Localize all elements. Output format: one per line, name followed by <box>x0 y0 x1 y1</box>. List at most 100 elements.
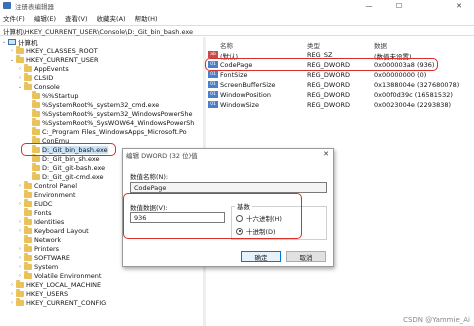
tree-item-control-panel[interactable]: › Control Panel <box>17 181 77 190</box>
tree-item-eudc[interactable]: › EUDC <box>17 199 52 208</box>
chevron-right-icon[interactable]: › <box>17 262 23 271</box>
menu-edit[interactable]: 编辑(E) <box>34 13 56 23</box>
folder-icon <box>16 298 24 306</box>
column-header-name[interactable]: 名称 <box>220 40 233 50</box>
tree-item-label: System <box>34 262 59 271</box>
chevron-right-icon[interactable]: › <box>17 244 23 253</box>
value-data: 0x0023004e (2293838) <box>374 101 452 109</box>
tree-item-environment[interactable]: Environment <box>17 190 76 199</box>
tree-item-computer[interactable]: ⌄ 计算机 <box>1 37 38 47</box>
tree-item-console[interactable]: ⌄ Console <box>17 82 60 91</box>
tree-item-printers[interactable]: › Printers <box>17 244 59 253</box>
tree-item-powershell-wow64[interactable]: %SystemRoot%_SysWOW64_WindowsPowerSh <box>25 118 194 127</box>
computer-icon <box>8 38 16 45</box>
tree-item-hkey-current-config[interactable]: › HKEY_CURRENT_CONFIG <box>9 298 106 307</box>
tree-item-software[interactable]: › SOFTWARE <box>17 253 70 262</box>
menu-favorites[interactable]: 收藏夹(A) <box>97 13 126 23</box>
folder-icon <box>24 262 32 270</box>
dialog-title: 编辑 DWORD (32 位)值 <box>126 152 198 160</box>
column-header-data[interactable]: 数据 <box>374 40 387 50</box>
value-row[interactable]: 01 ScreenBufferSize REG_DWORD 0x1388004e… <box>206 81 474 90</box>
tree-item-label: %SystemRoot%_SysWOW64_WindowsPowerSh <box>42 118 195 127</box>
tree-item-hkey-current-user[interactable]: ⌄ HKEY_CURRENT_USER <box>9 55 99 64</box>
tree-item-label: Fonts <box>34 208 52 217</box>
tree-item-keyboard-layout[interactable]: › Keyboard Layout <box>17 226 89 235</box>
chevron-right-icon[interactable]: › <box>17 199 23 208</box>
chevron-right-icon[interactable]: › <box>9 289 15 298</box>
menu-view[interactable]: 查看(V) <box>65 13 88 23</box>
chevron-right-icon[interactable]: › <box>17 73 23 82</box>
chevron-right-icon[interactable]: › <box>17 181 23 190</box>
dword-value-icon: 01 <box>208 81 218 88</box>
folder-icon <box>24 217 32 225</box>
folder-icon <box>32 118 40 126</box>
value-type: REG_DWORD <box>307 101 350 109</box>
column-header-type[interactable]: 类型 <box>307 40 320 50</box>
address-bar[interactable]: 计算机\HKEY_CURRENT_USER\Console\D:_Git_bin… <box>0 25 474 36</box>
chevron-right-icon[interactable]: › <box>17 253 23 262</box>
maximize-button[interactable]: ☐ <box>384 0 414 11</box>
tree-item-hkey-classes-root[interactable]: › HKEY_CLASSES_ROOT <box>9 46 98 55</box>
menu-file[interactable]: 文件(F) <box>3 13 25 23</box>
folder-icon <box>32 91 40 99</box>
tree-item-label: Environment <box>34 190 76 199</box>
folder-icon <box>24 181 32 189</box>
tree-item-label: Network <box>34 235 62 244</box>
tree-item-volatile-environment[interactable]: › Volatile Environment <box>17 271 101 280</box>
close-button[interactable]: ✕ <box>444 0 474 11</box>
ok-button[interactable]: 确定 <box>241 251 281 262</box>
folder-icon <box>16 55 24 63</box>
chevron-right-icon[interactable]: › <box>17 271 23 280</box>
value-name: WindowSize <box>220 101 259 109</box>
menu-bar: 文件(F) 编辑(E) 查看(V) 收藏夹(A) 帮助(H) <box>0 13 474 23</box>
folder-icon <box>32 127 40 135</box>
menu-help[interactable]: 帮助(H) <box>135 13 158 23</box>
dword-value-icon: 01 <box>208 71 218 78</box>
folder-icon <box>32 109 40 117</box>
tree-item-fonts[interactable]: Fonts <box>17 208 52 217</box>
tree-item-clsid[interactable]: › CLSID <box>17 73 53 82</box>
tree-item-appevents[interactable]: › AppEvents <box>17 64 69 73</box>
chevron-right-icon[interactable]: › <box>9 46 15 55</box>
folder-icon <box>24 208 32 216</box>
tree-item-label: Console <box>34 82 60 91</box>
value-row[interactable]: 01 WindowSize REG_DWORD 0x0023004e (2293… <box>206 101 474 110</box>
list-header: 名称 类型 数据 <box>206 40 474 50</box>
tree-item-label: Keyboard Layout <box>34 226 89 235</box>
tree-item-hkey-local-machine[interactable]: › HKEY_LOCAL_MACHINE <box>9 280 101 289</box>
folder-icon <box>16 289 24 297</box>
value-row[interactable]: 01 WindowPosition REG_DWORD 0x00f0d39c (… <box>206 91 474 100</box>
cancel-button[interactable]: 取消 <box>286 251 326 262</box>
value-data: 0x1388004e (327680078) <box>374 81 460 89</box>
tree-item-label: Control Panel <box>34 181 78 190</box>
tree-item-identities[interactable]: › Identities <box>17 217 64 226</box>
folder-icon <box>32 163 40 171</box>
value-row[interactable]: 01 FontSize REG_DWORD 0x00000000 (0) <box>206 71 474 80</box>
minimize-button[interactable]: — <box>354 0 384 11</box>
tree-item-git-cmd[interactable]: D:_Git_git-cmd.exe <box>25 172 104 181</box>
tree-item-cmd[interactable]: %SystemRoot%_system32_cmd.exe <box>25 100 159 109</box>
chevron-right-icon[interactable]: › <box>17 226 23 235</box>
value-name-field[interactable]: CodePage <box>130 182 327 193</box>
folder-icon <box>24 190 32 198</box>
chevron-right-icon[interactable]: › <box>17 217 23 226</box>
chevron-down-icon[interactable]: ⌄ <box>17 82 23 91</box>
value-data: 0x00000000 (0) <box>374 71 427 79</box>
tree-item-git-git-bash[interactable]: D:_Git_git-bash.exe <box>25 163 105 172</box>
chevron-down-icon[interactable]: ⌄ <box>1 37 7 46</box>
dialog-close-button[interactable]: ✕ <box>323 150 329 158</box>
tree-item-windowsapps[interactable]: C:_Program Files_WindowsApps_Microsoft.P… <box>25 127 187 136</box>
tree-item-network[interactable]: Network <box>17 235 61 244</box>
tree-item-startup[interactable]: %%Startup <box>25 91 78 100</box>
tree-item-hkey-users[interactable]: › HKEY_USERS <box>9 289 68 298</box>
value-type: REG_DWORD <box>307 91 350 99</box>
chevron-right-icon[interactable]: › <box>9 280 15 289</box>
tree-item-label: SOFTWARE <box>34 253 70 262</box>
chevron-right-icon[interactable]: › <box>9 298 15 307</box>
folder-icon <box>32 172 40 180</box>
chevron-right-icon[interactable]: › <box>17 64 23 73</box>
tree-item-label: HKEY_USERS <box>26 289 69 298</box>
tree-item-system[interactable]: › System <box>17 262 58 271</box>
chevron-down-icon[interactable]: ⌄ <box>9 55 15 64</box>
tree-item-powershell[interactable]: %SystemRoot%_system32_WindowsPowerShe <box>25 109 193 118</box>
